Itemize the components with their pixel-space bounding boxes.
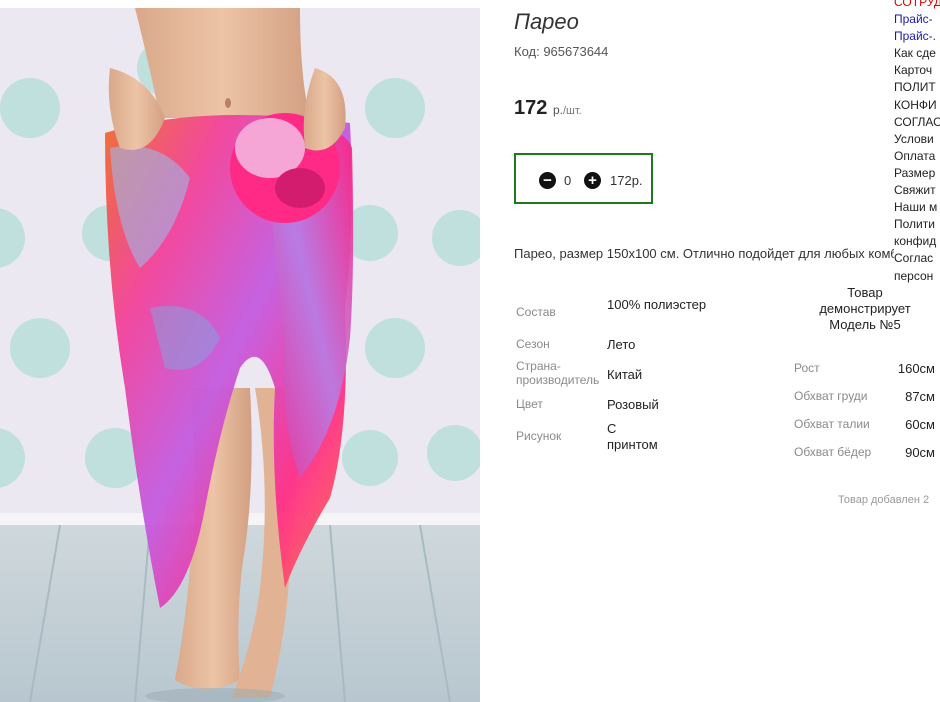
attribute-value: Розовый: [607, 397, 659, 412]
attribute-key: Цвет: [516, 397, 543, 411]
added-date: Товар добавлен 2: [838, 494, 930, 506]
side-menu-item[interactable]: конфид: [894, 233, 940, 250]
price-value: 172: [514, 97, 548, 119]
quantity-sum: 172р.: [610, 173, 643, 188]
attribute-key: Состав: [516, 305, 556, 319]
measurement-value: 160см: [897, 361, 935, 376]
price-currency: р.: [552, 103, 563, 117]
side-menu-item[interactable]: Услови: [894, 131, 940, 148]
measurement-key: Рост: [794, 361, 820, 375]
attribute-key: Сезон: [516, 337, 550, 351]
product-photo[interactable]: [0, 8, 480, 702]
side-menu-item[interactable]: Как сде: [894, 45, 940, 62]
side-menu-item[interactable]: Прайс-: [894, 11, 940, 28]
side-menu-item[interactable]: СОГЛАС: [894, 114, 940, 131]
side-menu-item[interactable]: Соглас: [894, 250, 940, 267]
measurement-key: Обхват талии: [794, 417, 870, 431]
side-menu-item[interactable]: СОТРУД: [894, 0, 940, 11]
side-menu-item[interactable]: Свяжит: [894, 182, 940, 199]
side-menu-item[interactable]: Полити: [894, 216, 940, 233]
attribute-value: Китай: [607, 367, 643, 382]
side-menu-item[interactable]: Прайс-.: [894, 28, 940, 45]
product-price: 172 р./шт.: [514, 97, 582, 120]
measurement-value: 60см: [905, 417, 935, 432]
side-menu-item[interactable]: Размер: [894, 165, 940, 182]
measurement-key: Обхват груди: [794, 389, 868, 403]
attribute-value: Лето: [607, 337, 636, 352]
side-menu-item[interactable]: персон: [894, 268, 940, 285]
model-heading: Товар демонстрирует Модель №5: [819, 285, 911, 332]
product-code: Код: 965673644: [514, 44, 609, 59]
side-menu-item[interactable]: ПОЛИТ: [894, 79, 940, 96]
price-unit: /шт.: [562, 105, 582, 117]
side-menu-item[interactable]: Оплата: [894, 148, 940, 165]
product-title: Парео: [514, 9, 579, 34]
side-menu-item[interactable]: Карточ: [894, 62, 940, 79]
attribute-value: С принтом: [607, 421, 658, 452]
minus-circle-icon[interactable]: −: [539, 172, 556, 189]
side-menu-item[interactable]: КОНФИ: [894, 97, 940, 114]
attribute-key: Рисунок: [516, 429, 562, 443]
attribute-key: Страна-производитель: [516, 359, 600, 387]
product-description: Парео, размер 150х100 см. Отлично подойд…: [514, 246, 905, 261]
measurement-key: Обхват бёдер: [794, 445, 872, 459]
quantity-value[interactable]: 0: [564, 173, 571, 188]
side-menu: СОТРУД Прайс- Прайс-. Как сде Карточ ПОЛ…: [894, 0, 940, 284]
attribute-value: 100% полиэстер: [607, 297, 707, 312]
quantity-stepper: − 0 + 172р.: [514, 153, 653, 204]
measurement-value: 87см: [905, 389, 935, 404]
plus-circle-icon[interactable]: +: [584, 172, 601, 189]
measurement-value: 90см: [905, 445, 935, 460]
side-menu-item[interactable]: Наши м: [894, 199, 940, 216]
